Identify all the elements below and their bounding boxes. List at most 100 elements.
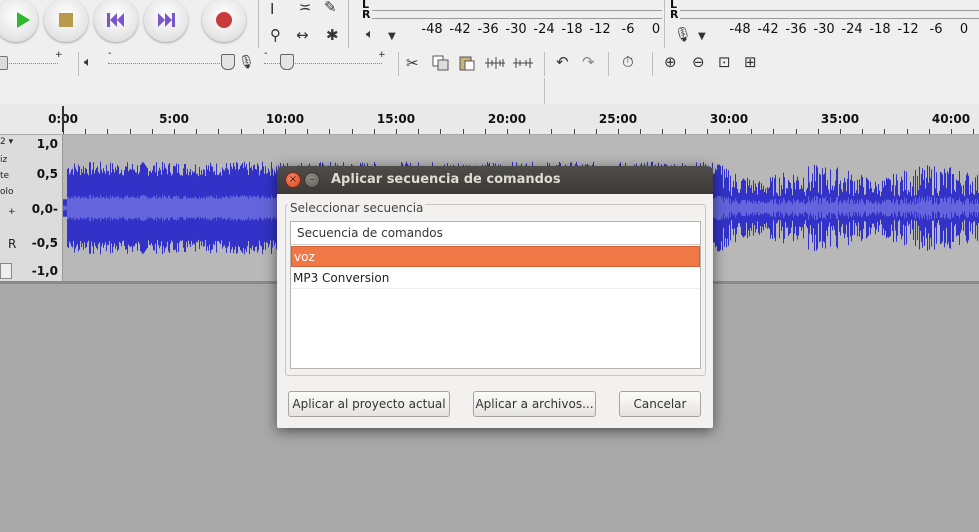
ruler-minor-tick: [907, 129, 908, 134]
track-gain-plus[interactable]: +: [8, 207, 16, 217]
mixer-edit-toolbar: + 🔈︎ - 🎙︎ - + ✂ ↶ ↷ ⏱ ⊕ ⊖ ⊡ ⊞: [0, 48, 979, 79]
playback-speed-thumb[interactable]: [280, 54, 294, 70]
ruler-minor-tick: [640, 129, 641, 134]
selection-toolbar-area: [0, 78, 979, 105]
ruler-minor-tick: [862, 129, 863, 134]
selection-tool-icon[interactable]: I: [270, 0, 274, 18]
speaker-icon[interactable]: 🔈︎: [366, 26, 374, 44]
ruler-minor-tick: [196, 129, 197, 134]
ruler-minor-tick: [241, 129, 242, 134]
sync-lock-icon[interactable]: ⏱: [622, 53, 634, 71]
record-meter-menu-icon[interactable]: ▼: [698, 28, 706, 46]
skip-to-end-button[interactable]: [144, 0, 188, 42]
track-control-label: olo: [0, 187, 14, 197]
track-amplitude-scale: 1,0 0,5 0,0- -0,5 -1,0: [26, 135, 63, 281]
slider-minus-mark-2: -: [264, 48, 268, 59]
minimize-icon[interactable]: –: [304, 172, 320, 188]
multi-tool-icon[interactable]: ✱: [326, 26, 339, 44]
ruler-minor-tick: [796, 129, 797, 134]
silence-audio-icon[interactable]: [512, 52, 534, 74]
ruler-minor-tick: [107, 129, 108, 134]
zoom-out-icon[interactable]: ⊖: [692, 53, 705, 71]
microphone-icon[interactable]: 🎙︎: [674, 26, 692, 44]
track-collapse-button[interactable]: [0, 263, 12, 279]
playhead-marker[interactable]: [62, 106, 64, 132]
ruler-minor-tick: [751, 129, 752, 134]
ruler-minor-tick: [884, 129, 885, 134]
dialog-title: Aplicar secuencia de comandos: [331, 172, 561, 187]
sequence-list[interactable]: Secuencia de comandos voz MP3 Conversion: [290, 221, 701, 369]
timeline-ruler[interactable]: 0:00 5:00 10:00 15:00 20:00 25:00 30:00 …: [0, 104, 979, 135]
track-control-label: iz: [0, 155, 8, 165]
scale-label: 0,5: [36, 167, 58, 181]
playback-meter-scale: -48 -42 -36 -30 -24 -18 -12 -6 0: [421, 22, 661, 37]
zoom-tool-icon[interactable]: ⚲: [270, 26, 281, 44]
skip-to-start-icon: [107, 13, 124, 27]
list-item-voz[interactable]: voz: [291, 246, 700, 267]
group-label: Seleccionar secuencia: [288, 201, 426, 215]
cut-icon[interactable]: ✂: [406, 54, 419, 72]
ruler-minor-tick: [396, 129, 397, 134]
copy-icon[interactable]: [430, 52, 452, 74]
ruler-minor-tick: [263, 129, 264, 134]
recording-volume-thumb[interactable]: [0, 56, 8, 70]
select-sequence-group: Seleccionar secuencia Secuencia de coman…: [285, 201, 706, 376]
track-control-label: te: [0, 171, 10, 181]
playback-volume-slider[interactable]: [108, 63, 232, 65]
ruler-minor-tick: [818, 129, 819, 134]
apply-to-project-button[interactable]: Aplicar al proyecto actual: [288, 391, 450, 417]
play-button[interactable]: [0, 0, 38, 42]
time-shift-tool-icon[interactable]: ↔: [296, 26, 309, 44]
recording-volume-slider[interactable]: [0, 63, 58, 65]
ruler-minor-tick: [507, 129, 508, 134]
undo-icon[interactable]: ↶: [556, 53, 569, 71]
envelope-tool-icon[interactable]: ≍: [294, 0, 316, 16]
list-item-mp3-conversion[interactable]: MP3 Conversion: [291, 268, 700, 289]
dialog-titlebar[interactable]: × – Aplicar secuencia de comandos: [277, 166, 713, 194]
scale-label: -0,5: [31, 236, 58, 250]
ruler-minor-tick: [285, 129, 286, 134]
stop-button[interactable]: [44, 0, 88, 42]
track-menu-label[interactable]: 2 ▾: [0, 137, 13, 147]
fit-project-icon[interactable]: ⊞: [744, 53, 757, 71]
ruler-minor-tick: [485, 129, 486, 134]
record-button[interactable]: [202, 0, 246, 42]
list-item-label: MP3 Conversion: [293, 271, 390, 285]
ruler-minor-tick: [440, 129, 441, 134]
ruler-tick: 30:00: [709, 112, 749, 126]
ruler-minor-tick: [529, 129, 530, 134]
draw-tool-icon[interactable]: ✎: [324, 0, 337, 16]
record-meter-scale: -48 -42 -36 -30 -24 -18 -12 -6 0: [729, 22, 969, 37]
playback-speed-icon: 🎙︎: [238, 55, 255, 70]
ruler-tick: 10:00: [265, 112, 305, 126]
paste-icon[interactable]: [456, 52, 478, 74]
transport-toolbar: I ≍ ✎ ⚲ ↔ ✱ L R 🔈︎ ▼ -48 -42 -36 -30 -24 -18-…: [0, 0, 979, 49]
ruler-minor-tick: [130, 129, 131, 134]
playback-volume-thumb[interactable]: [221, 54, 235, 70]
playback-meter-right[interactable]: [372, 10, 662, 19]
track-pan-right[interactable]: R: [8, 237, 16, 251]
trim-audio-icon[interactable]: [484, 52, 506, 74]
playback-meter-right-label: R: [362, 8, 371, 21]
ruler-minor-tick: [218, 129, 219, 134]
cancel-button[interactable]: Cancelar: [619, 391, 701, 417]
ruler-minor-tick: [463, 129, 464, 134]
track-control-panel[interactable]: 2 ▾ iz te olo + R: [0, 135, 27, 281]
ruler-minor-tick: [574, 129, 575, 134]
ruler-tick: 5:00: [159, 112, 189, 126]
skip-to-start-button[interactable]: [94, 0, 138, 42]
fit-selection-icon[interactable]: ⊡: [718, 53, 731, 71]
skip-to-end-icon: [158, 13, 175, 27]
redo-icon[interactable]: ↷: [582, 53, 595, 71]
list-column-header[interactable]: Secuencia de comandos: [291, 222, 700, 245]
ruler-minor-tick: [174, 129, 175, 134]
apply-to-files-button[interactable]: Aplicar a archivos...: [473, 391, 596, 417]
close-icon[interactable]: ×: [285, 172, 301, 188]
record-icon: [216, 12, 232, 28]
playback-meter-menu-icon[interactable]: ▼: [388, 28, 396, 46]
zoom-in-icon[interactable]: ⊕: [664, 53, 677, 71]
record-meter-right[interactable]: [680, 10, 979, 19]
ruler-minor-tick: [418, 129, 419, 134]
ruler-minor-tick: [307, 129, 308, 134]
ruler-tick: 35:00: [820, 112, 860, 126]
